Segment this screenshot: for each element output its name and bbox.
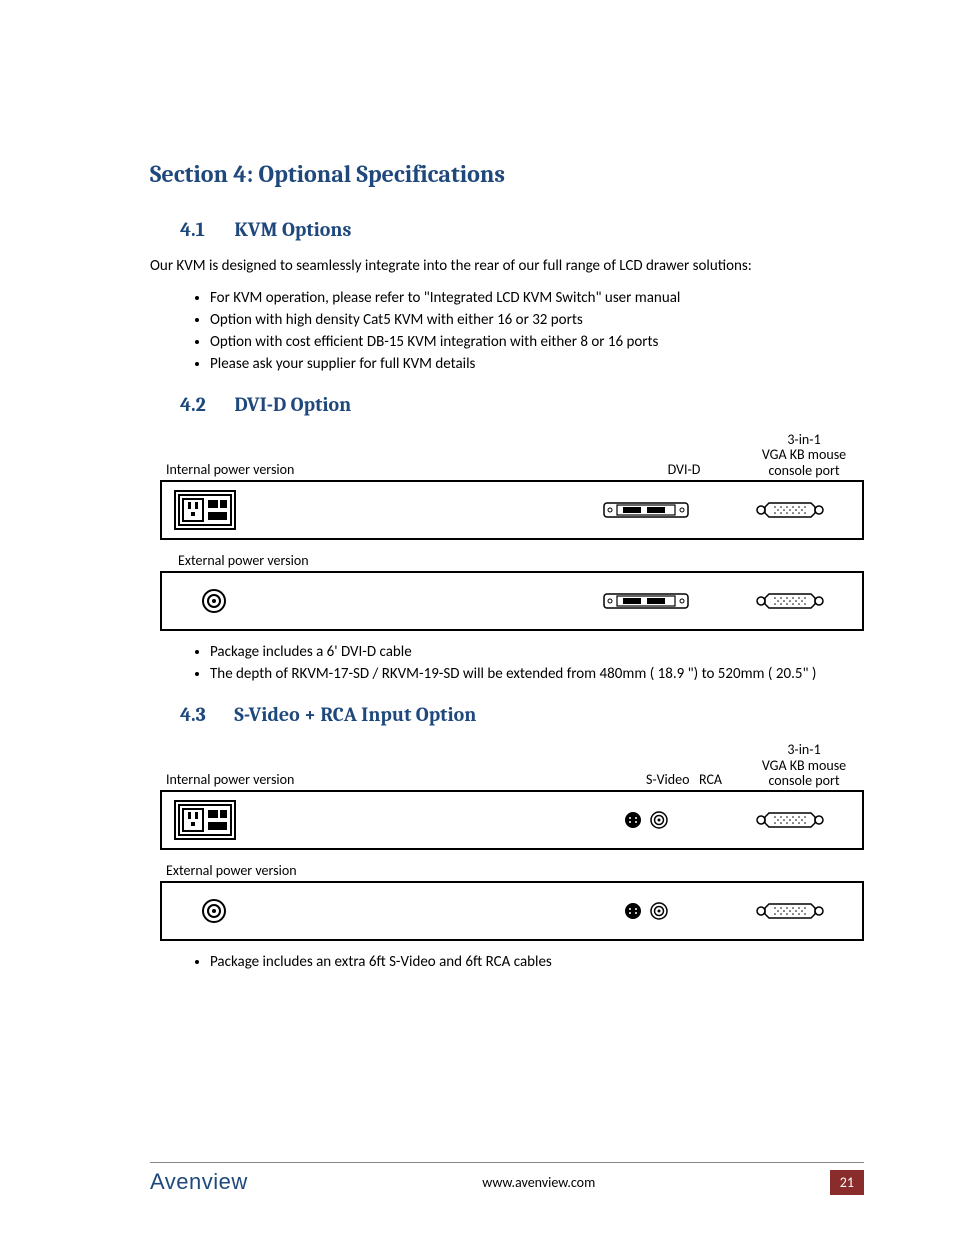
dvi-internal-block: Internal power version DVI-D 3-in-1 VGA … <box>160 432 864 540</box>
rear-panel-internal <box>160 790 864 850</box>
dc-jack-icon <box>201 588 227 614</box>
iec-power-inlet-icon <box>174 490 236 530</box>
svideo-bullets: Package includes an extra 6ft S-Video an… <box>190 953 864 971</box>
svideo-internal-block: Internal power version S-Video RCA 3-in-… <box>160 742 864 850</box>
rca-port-icon <box>650 811 668 829</box>
rear-panel-internal <box>160 480 864 540</box>
external-power-label: External power version <box>160 552 864 569</box>
s-video-port-icon <box>624 902 642 920</box>
subsection-4-2: 4.2 DVI-D Option <box>180 393 864 416</box>
vga-port-icon <box>755 590 825 612</box>
page-number: 21 <box>830 1170 864 1195</box>
list-item: The depth of RKVM-17-SD / RKVM-19-SD wil… <box>210 665 864 683</box>
dvi-d-port-icon <box>603 499 689 521</box>
dvi-d-port-icon <box>603 590 689 612</box>
list-item: Package includes an extra 6ft S-Video an… <box>210 953 864 971</box>
dc-jack-icon <box>201 898 227 924</box>
rca-port-icon <box>650 902 668 920</box>
dvi-d-label: DVI-D <box>624 461 744 478</box>
subsection-number: 4.3 <box>180 703 230 726</box>
dvi-external-block: External power version <box>160 552 864 631</box>
svideo-external-block: External power version <box>160 862 864 941</box>
list-item: For KVM operation, please refer to "Inte… <box>210 289 864 307</box>
svideo-rca-label: S-Video RCA <box>624 771 744 788</box>
vga-port-icon <box>755 809 825 831</box>
list-item: Please ask your supplier for full KVM de… <box>210 355 864 373</box>
list-item: Option with high density Cat5 KVM with e… <box>210 311 864 329</box>
subsection-number: 4.1 <box>180 218 230 241</box>
list-item: Option with cost efficient DB-15 KVM int… <box>210 333 864 351</box>
page-footer: Avenview www.avenview.com 21 <box>150 1162 864 1195</box>
vga-port-icon <box>755 900 825 922</box>
console-port-label: 3-in-1 VGA KB mouse console port <box>744 432 864 478</box>
external-power-label: External power version <box>160 862 864 879</box>
rear-panel-external <box>160 881 864 941</box>
kvm-bullets: For KVM operation, please refer to "Inte… <box>190 289 864 373</box>
rear-panel-external <box>160 571 864 631</box>
footer-url: www.avenview.com <box>248 1174 830 1191</box>
internal-power-label: Internal power version <box>160 461 624 478</box>
intro-paragraph: Our KVM is designed to seamlessly integr… <box>150 257 864 275</box>
s-video-port-icon <box>624 811 642 829</box>
dvi-bullets: Package includes a 6' DVI-D cable The de… <box>190 643 864 683</box>
vga-port-icon <box>755 499 825 521</box>
console-port-label: 3-in-1 VGA KB mouse console port <box>744 742 864 788</box>
subsection-number: 4.2 <box>180 393 230 416</box>
internal-power-label: Internal power version <box>160 771 624 788</box>
subsection-title: KVM Options <box>234 218 351 241</box>
subsection-title: S-Video + RCA Input Option <box>234 703 476 726</box>
iec-power-inlet-icon <box>174 800 236 840</box>
subsection-title: DVI-D Option <box>234 393 351 416</box>
brand-logo: Avenview <box>150 1169 248 1195</box>
subsection-4-3: 4.3 S-Video + RCA Input Option <box>180 703 864 726</box>
section-title: Section 4: Optional Specifications <box>150 160 864 188</box>
subsection-4-1: 4.1 KVM Options <box>180 218 864 241</box>
list-item: Package includes a 6' DVI-D cable <box>210 643 864 661</box>
